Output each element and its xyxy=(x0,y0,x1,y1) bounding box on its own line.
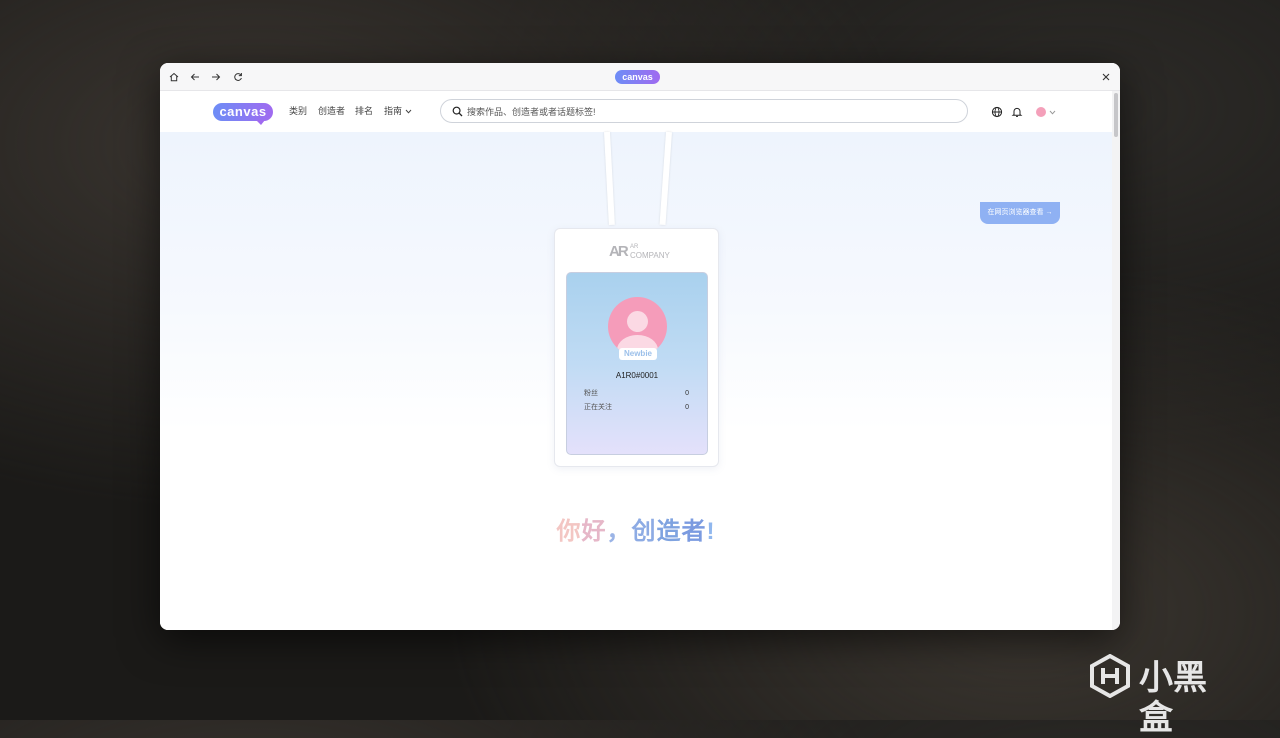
chevron-down-icon[interactable] xyxy=(1049,110,1056,115)
scrollbar-thumb[interactable] xyxy=(1114,93,1118,137)
back-arrow-icon[interactable] xyxy=(187,69,202,84)
greeting-char: 好 xyxy=(581,518,607,545)
nav-link-creators[interactable]: 创造者 xyxy=(318,105,345,117)
company-logo: AR AR COMPANY xyxy=(609,242,670,262)
browser-logo: canvas xyxy=(615,70,660,84)
greeting-char: ! xyxy=(706,518,716,545)
site-navbar: canvas 类别 创造者 排名 指南 搜索作品、创造者或者话题标签! xyxy=(160,91,1112,132)
avatar[interactable] xyxy=(1036,107,1046,117)
greeting-char: 你 xyxy=(556,518,582,545)
company-logo-mark: AR xyxy=(609,243,629,260)
chevron-down-icon xyxy=(405,109,412,114)
watermark-text: 小黑盒 xyxy=(1139,659,1207,737)
nav-link-guide-label: 指南 xyxy=(384,106,403,116)
nav-link-categories[interactable]: 类别 xyxy=(289,105,307,117)
greeting-char: ， xyxy=(606,518,632,545)
following-label: 正在关注 xyxy=(584,404,612,411)
browser-titlebar: canvas xyxy=(160,63,1120,91)
search-placeholder: 搜索作品、创造者或者话题标签! xyxy=(467,107,596,117)
followers-count[interactable]: 0 xyxy=(685,389,689,398)
avatar-head xyxy=(627,311,648,332)
forward-arrow-icon[interactable] xyxy=(208,69,223,84)
greeting-char: 造 xyxy=(656,518,682,545)
search-bar[interactable]: 搜索作品、创造者或者话题标签! xyxy=(440,99,968,123)
followers-label: 粉丝 xyxy=(584,390,598,397)
user-id: A1R0#0001 xyxy=(615,371,659,380)
greeting-heading: 你好，创造者! xyxy=(160,517,1112,547)
nav-link-ranking[interactable]: 排名 xyxy=(355,105,373,117)
company-logo-line2: COMPANY xyxy=(630,251,670,260)
newbie-badge: Newbie xyxy=(619,348,657,360)
globe-icon[interactable] xyxy=(991,106,1003,118)
reload-icon[interactable] xyxy=(230,69,245,84)
heybox-logo-icon xyxy=(1090,654,1130,698)
search-icon xyxy=(452,106,463,117)
id-card-panel: Newbie A1R0#0001 粉丝 0 正在关注 0 xyxy=(566,272,708,455)
nav-link-guide[interactable]: 指南 xyxy=(384,105,412,117)
scrollbar-track[interactable] xyxy=(1112,91,1120,630)
profile-id-card: AR AR COMPANY Newbie A1R0#0001 粉丝 0 正在关注… xyxy=(554,228,719,467)
greeting-char: 创 xyxy=(631,518,657,545)
view-in-browser-button[interactable]: 在网页浏览器查看 → xyxy=(980,202,1060,224)
greeting-char: 者 xyxy=(681,518,707,545)
home-icon[interactable] xyxy=(166,69,181,84)
main-content: 在网页浏览器查看 → AR AR COMPANY Newbie A1R0#000… xyxy=(160,131,1112,630)
following-count[interactable]: 0 xyxy=(685,403,689,412)
close-icon[interactable] xyxy=(1098,69,1113,84)
lanyard-strap-left xyxy=(604,131,615,226)
watermark: 小黑盒 xyxy=(1089,654,1239,737)
site-logo[interactable]: canvas xyxy=(213,103,273,125)
company-logo-line1: AR xyxy=(630,244,639,250)
lanyard-strap-right xyxy=(659,131,672,225)
browser-window: canvas canvas 类别 创造者 排名 指南 搜索作品、创造者或者话题标… xyxy=(160,63,1120,630)
bell-icon[interactable] xyxy=(1011,106,1023,118)
